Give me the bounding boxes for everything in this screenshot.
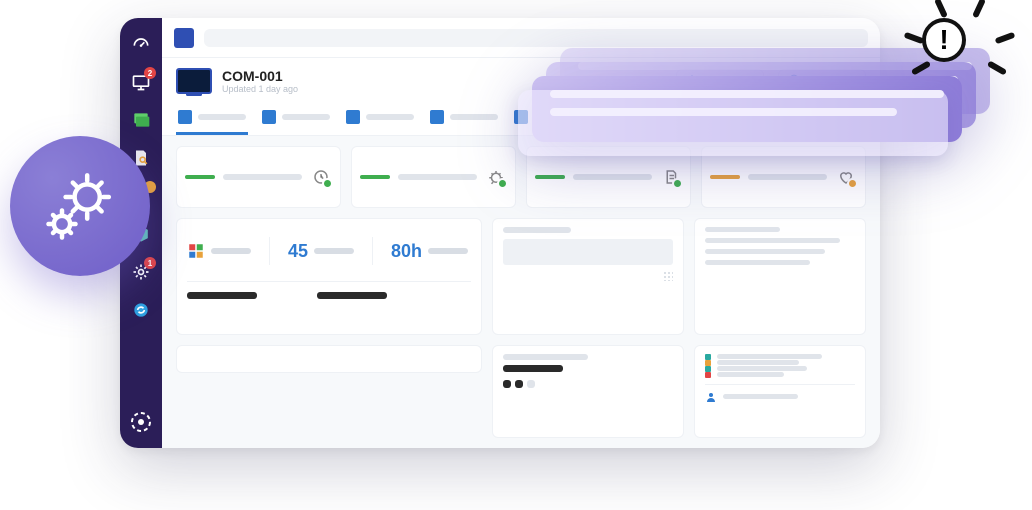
metric-os — [187, 242, 251, 260]
search-input[interactable] — [204, 29, 868, 47]
refresh-icon — [131, 300, 151, 320]
list-item — [705, 372, 855, 378]
metric-left: 45 — [288, 241, 354, 262]
alert-decoration: ! — [882, 0, 1002, 100]
heart-icon — [835, 166, 857, 188]
right-card-2 — [694, 345, 866, 438]
sidebar-item-settings[interactable]: 1 — [129, 260, 153, 284]
badge: 2 — [144, 67, 156, 79]
bug-icon — [485, 166, 507, 188]
badge: 1 — [144, 257, 156, 269]
metrics-card: 45 80h — [176, 218, 482, 334]
status-card-1[interactable] — [176, 146, 341, 208]
file-icon — [660, 166, 682, 188]
right-card — [694, 218, 866, 334]
app-icon[interactable] — [174, 28, 194, 48]
windows-icon — [187, 242, 205, 260]
content-grid: 45 80h — [162, 136, 880, 448]
status-card-2[interactable] — [351, 146, 516, 208]
metric-right: 80h — [391, 241, 468, 262]
mid-card — [492, 218, 683, 334]
tab-4[interactable] — [428, 104, 500, 135]
gears-icon — [35, 161, 125, 251]
device-updated: Updated 1 day ago — [222, 84, 298, 94]
mid-card-2 — [492, 345, 683, 438]
brand-logo-icon — [129, 410, 153, 434]
device-thumbnail-icon — [176, 68, 212, 94]
gears-decoration — [10, 136, 150, 276]
user-icon — [705, 391, 717, 403]
gauge-icon — [131, 34, 151, 54]
sidebar-item-dashboard[interactable] — [129, 32, 153, 56]
metric-right-value: 80h — [391, 241, 422, 262]
device-id: COM-001 — [222, 68, 298, 84]
exclaim-icon: ! — [922, 18, 966, 62]
sidebar-item-sync[interactable] — [129, 298, 153, 322]
sidebar-item-devices[interactable]: 2 — [129, 70, 153, 94]
sidebar-item-software[interactable] — [129, 108, 153, 132]
bottom-left-card — [176, 345, 482, 373]
tab-1[interactable] — [176, 104, 248, 135]
sub-row — [187, 281, 471, 299]
clock-icon — [310, 166, 332, 188]
metric-left-value: 45 — [288, 241, 308, 262]
stack-icon — [131, 110, 151, 130]
list-item — [705, 391, 855, 403]
drag-handle-icon[interactable] — [663, 271, 673, 281]
tab-2[interactable] — [260, 104, 332, 135]
tab-3[interactable] — [344, 104, 416, 135]
